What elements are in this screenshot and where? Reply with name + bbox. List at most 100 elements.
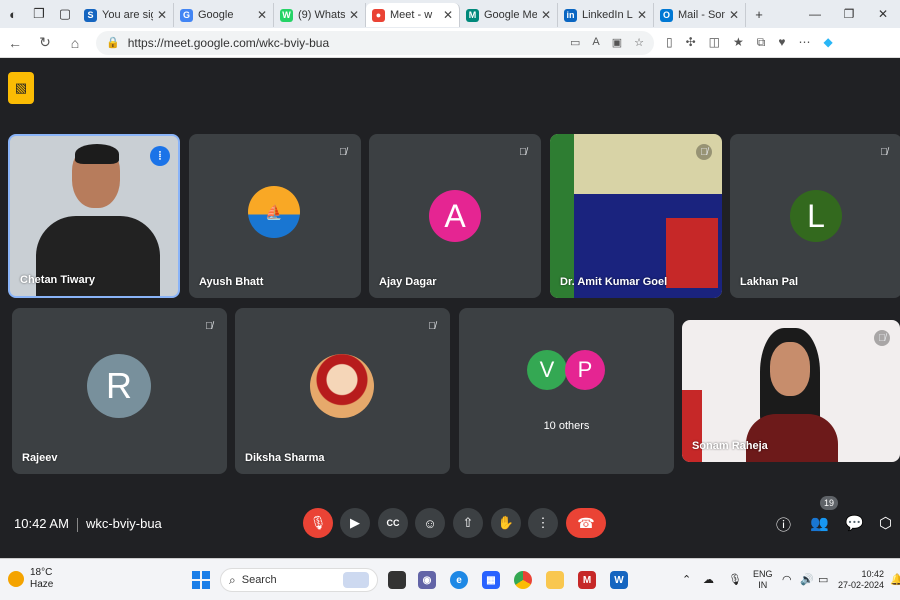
notifications-icon[interactable]: 🔔 <box>890 573 900 586</box>
lock-icon[interactable]: 🔒 <box>106 36 120 49</box>
camera-status-icon[interactable]: ▭ <box>570 36 580 49</box>
language-indicator[interactable]: ENG IN <box>753 569 773 591</box>
avatar-image <box>310 354 374 418</box>
wifi-icon[interactable]: ◠ <box>782 573 792 586</box>
split-screen-icon[interactable]: ◫ <box>709 35 720 50</box>
google-icon: G <box>180 8 193 22</box>
more-options-button[interactable]: ⋮ <box>528 508 558 538</box>
participant-tile-ayush[interactable]: 🎙̸ ⛵ Ayush Bhatt <box>189 134 361 298</box>
chat-icon[interactable]: 💬 <box>845 514 864 532</box>
browser-tab[interactable]: O Mail - Sonam ✕ <box>654 3 746 27</box>
captions-button[interactable]: CC <box>378 508 408 538</box>
minimize-icon[interactable]: — <box>798 7 832 21</box>
participant-tile-amit[interactable]: 🎙̸ Dr. Amit Kumar Goel <box>550 134 722 298</box>
extensions-icon[interactable]: ✣ <box>686 35 696 50</box>
teams-icon[interactable]: ◉ <box>418 571 436 589</box>
weather-condition: Haze <box>30 579 54 590</box>
participant-tile-ajay[interactable]: 🎙̸ A Ajay Dagar <box>369 134 541 298</box>
clock[interactable]: 10:42 27-02-2024 <box>838 569 884 591</box>
extension-doc-icon[interactable]: ▯ <box>666 35 673 50</box>
microphone-icon[interactable]: 🎙 <box>728 573 742 586</box>
close-tab-icon[interactable]: ✕ <box>637 8 647 22</box>
more-menu-icon[interactable]: ⋯ <box>798 35 810 50</box>
meeting-time: 10:42 AM <box>14 516 69 531</box>
participant-tile-chetan[interactable]: ⦙ Chetan Tiwary <box>8 134 180 298</box>
participant-tile-diksha[interactable]: 🎙̸ Diksha Sharma <box>235 308 450 474</box>
close-tab-icon[interactable]: ✕ <box>729 8 739 22</box>
close-tab-icon[interactable]: ✕ <box>443 8 453 22</box>
mic-off-icon: 🎙̸ <box>880 146 888 158</box>
person-hair <box>75 144 119 164</box>
participant-tile-rajeev[interactable]: 🎙̸ R Rajeev <box>12 308 227 474</box>
raise-hand-button[interactable]: ✋ <box>491 508 521 538</box>
tab-label: You are signe <box>102 9 153 21</box>
people-icon[interactable]: 👥 <box>810 514 829 532</box>
home-icon[interactable]: ⌂ <box>60 35 90 51</box>
word-icon[interactable]: W <box>610 571 628 589</box>
avatar-letter: P <box>565 350 605 390</box>
browser-tab[interactable]: S You are signe ✕ <box>78 3 174 27</box>
file-explorer-icon[interactable] <box>546 571 564 589</box>
read-aloud-icon[interactable]: A <box>592 36 599 49</box>
participant-name: Sonam Raheja <box>692 440 768 452</box>
tab-actions-icon[interactable]: ▢ <box>52 0 78 28</box>
windows-taskbar: 18°C Haze ⌕ Search ◉ e ▦ M W ⌃ ☁ 🎙 ENG I… <box>0 558 900 600</box>
browser-tab[interactable]: M Google Meet ✕ <box>460 3 558 27</box>
mic-off-icon: 🎙̸ <box>428 320 436 332</box>
participant-name: Ajay Dagar <box>379 276 437 288</box>
mcafee-icon[interactable]: M <box>578 571 596 589</box>
reactions-button[interactable]: ☺ <box>415 508 445 538</box>
store-icon[interactable]: ▦ <box>482 571 500 589</box>
refresh-icon[interactable]: ↻ <box>30 34 60 51</box>
weather-sun-icon <box>8 571 24 587</box>
onedrive-icon[interactable]: ☁ <box>703 573 714 586</box>
close-tab-icon[interactable]: ✕ <box>541 8 551 22</box>
meeting-details-icon[interactable]: ⓘ <box>776 514 791 535</box>
chrome-icon[interactable] <box>514 571 532 589</box>
battery-icon[interactable]: ▭ <box>818 573 828 586</box>
profile-icon[interactable]: ◐ <box>0 0 26 28</box>
workspaces-icon[interactable]: ❐ <box>26 0 52 28</box>
browser-essentials-icon[interactable]: ♥ <box>778 35 785 50</box>
close-tab-icon[interactable]: ✕ <box>257 8 267 22</box>
close-tab-icon[interactable]: ✕ <box>349 8 359 22</box>
participant-tile-others[interactable]: V P 10 others <box>459 308 674 474</box>
taskbar-time: 10:42 <box>861 569 885 579</box>
tab-label: Mail - Sonam <box>678 9 725 21</box>
browser-tab[interactable]: W (9) WhatsApp ✕ <box>274 3 366 27</box>
taskbar-search[interactable]: ⌕ Search <box>220 568 378 592</box>
camera-toggle-button[interactable]: ▶ <box>340 508 370 538</box>
activities-icon[interactable]: ⬡ <box>879 514 892 532</box>
browser-tab[interactable]: ● Meet - w ✕ <box>366 3 460 27</box>
present-button[interactable]: ⇧ <box>453 508 483 538</box>
url-text: https://meet.google.com/wkc-bviy-bua <box>127 35 330 50</box>
weather-widget[interactable]: 18°C Haze <box>8 567 53 591</box>
close-window-icon[interactable]: ✕ <box>866 7 900 21</box>
participant-tile-lakhan[interactable]: 🎙̸ L Lakhan Pal <box>730 134 900 298</box>
task-view-icon[interactable] <box>388 571 406 589</box>
leave-call-button[interactable]: ☎ <box>566 508 606 538</box>
browser-tab[interactable]: G Google ✕ <box>174 3 274 27</box>
search-highlight-icon <box>343 572 369 588</box>
browser-tab-bar: ◐ ❐ ▢ S You are signe ✕ G Google ✕ W (9) WhatsA… <box>0 0 900 28</box>
mic-toggle-button[interactable]: 🎙 <box>303 508 333 538</box>
url-field[interactable]: 🔒 https://meet.google.com/wkc-bviy-bua ▭… <box>96 30 654 55</box>
favorites-icon[interactable]: ★ <box>733 35 744 50</box>
no-screen-share-icon[interactable]: ▧ <box>8 72 34 104</box>
start-button[interactable] <box>192 571 210 589</box>
volume-icon[interactable]: 🔊 <box>800 573 814 586</box>
meet-record-icon: ● <box>372 8 385 22</box>
back-icon[interactable]: ← <box>0 35 30 51</box>
close-tab-icon[interactable]: ✕ <box>157 8 167 22</box>
collections-icon[interactable]: ⧉ <box>757 35 766 50</box>
edge-icon[interactable]: e <box>450 571 468 589</box>
new-tab-button[interactable]: + <box>746 0 772 28</box>
lang-line1: ENG <box>753 569 773 579</box>
participant-tile-sonam[interactable]: 🎙̸ Sonam Raheja <box>682 320 900 462</box>
browser-tab[interactable]: in LinkedIn Log ✕ <box>558 3 654 27</box>
favorite-star-icon[interactable]: ☆ <box>634 36 644 49</box>
show-hidden-icons[interactable]: ⌃ <box>682 573 691 586</box>
restore-icon[interactable]: ❐ <box>832 7 866 21</box>
copilot-icon[interactable]: ◆ <box>823 35 832 50</box>
hd-icon[interactable]: ▣ <box>612 36 622 49</box>
